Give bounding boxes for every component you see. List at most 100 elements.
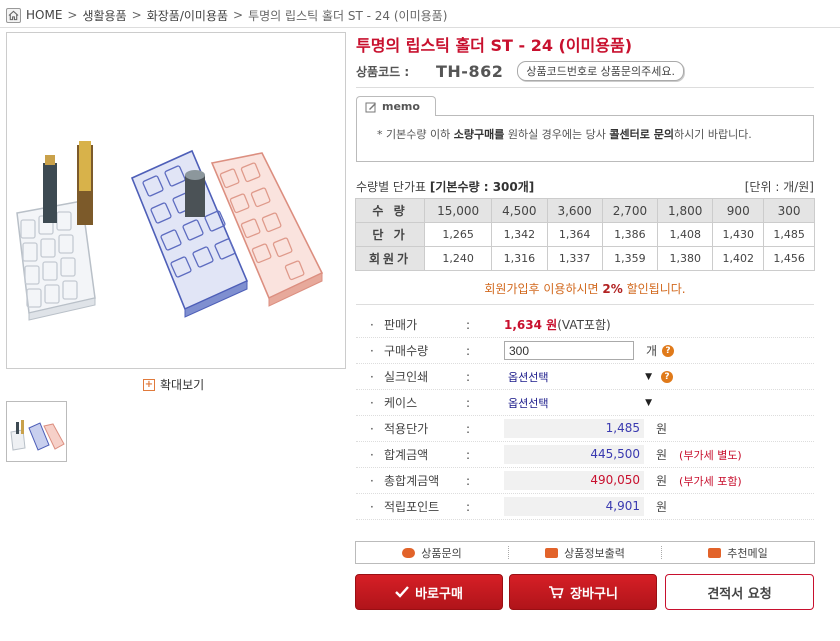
price-table-cell: 1,265	[423, 222, 493, 247]
cart-icon	[549, 586, 564, 599]
silk-print-label: 실크인쇄	[384, 370, 429, 384]
product-code-value: TH-862	[436, 61, 504, 81]
case-label: 케이스	[384, 396, 418, 410]
quantity-label: 구매수량	[384, 344, 429, 358]
price-table-row: 단 가 1,265 1,342 1,364 1,386 1,408 1,430 1,485	[355, 222, 815, 247]
zoom-link[interactable]: + 확대보기	[143, 376, 204, 393]
price-table-cell: 1,485	[763, 222, 815, 247]
discount-text: 회원가입후 이용하시면	[484, 282, 603, 296]
memo-bullet: *	[377, 128, 383, 141]
inquiry-link[interactable]: 상품문의	[356, 545, 508, 561]
subtotal-value: 445,500	[504, 445, 644, 464]
price-table-cell: 1,364	[546, 222, 603, 247]
memo-text: 기본수량 이하	[386, 128, 454, 141]
memo-box: * 기본수량 이하 소량구매를 원하실 경우에는 당사 콜센터로 문의하시기 바…	[356, 115, 814, 162]
action-bar: 상품문의 상품정보출력 추천메일	[355, 541, 815, 564]
price-table-row-label: 회원가	[355, 246, 425, 271]
price-table-row: 수 량 15,000 4,500 3,600 2,700 1,800 900 300	[355, 198, 815, 223]
row-bullet: ·	[370, 447, 374, 462]
memo-text: 원하실 경우에는 당사	[504, 128, 610, 141]
total-label: 총합계금액	[384, 474, 440, 488]
breadcrumb-item-subcategory[interactable]: 화장품/이미용품	[147, 7, 228, 24]
case-select[interactable]: 옵션선택 ▼	[504, 393, 656, 412]
zoom-label: 확대보기	[160, 378, 205, 392]
print-link[interactable]: 상품정보출력	[509, 545, 661, 561]
subtotal-row: · 합계금액 : 445,500 원 (부가세 별도)	[356, 442, 814, 468]
breadcrumb-separator: >	[131, 8, 142, 22]
memo-text: 하시기 바랍니다.	[673, 128, 752, 141]
total-row: · 총합계금액 : 490,050 원 (부가세 포함)	[356, 468, 814, 494]
memo-tab-label: memo	[382, 100, 420, 113]
price-table-cell: 1,240	[423, 246, 493, 271]
row-colon: :	[466, 421, 471, 436]
mail-icon	[708, 547, 722, 558]
price-table-cell: 3,600	[546, 198, 603, 223]
row-bullet: ·	[370, 395, 374, 410]
unit-price-row: · 적용단가 : 1,485 원	[356, 416, 814, 442]
price-table-cell: 1,456	[763, 246, 815, 271]
buy-now-label: 바로구매	[415, 586, 463, 602]
clear-holder-illustration	[16, 141, 96, 321]
dropdown-arrow-icon: ▼	[645, 397, 652, 408]
price-table-cell: 1,380	[657, 246, 714, 271]
price-table-cell: 1,800	[657, 198, 714, 223]
price-table-heading: 수량별 단가표 [기본수량 : 300개] [단위 : 개/원]	[356, 178, 814, 195]
row-colon: :	[466, 317, 471, 332]
price-table-cell: 1,408	[657, 222, 714, 247]
points-value: 4,901	[504, 497, 644, 516]
breadcrumb: HOME > 생활용품 > 화장품/이미용품 > 투명의 립스틱 홀더 ST -…	[6, 5, 447, 25]
inquiry-label: 상품문의	[421, 546, 462, 560]
price-table-cell: 15,000	[423, 198, 493, 223]
recommend-label: 추천메일	[727, 546, 768, 560]
unit-price-label: 적용단가	[384, 422, 429, 436]
help-icon[interactable]: ?	[662, 344, 675, 357]
silk-print-select[interactable]: 옵션선택 ▼	[504, 367, 656, 386]
buy-now-button[interactable]: 바로구매	[355, 574, 503, 610]
price-table-cell: 300	[763, 198, 815, 223]
sale-price-value: 1,634 원	[504, 318, 558, 332]
speech-bubble-icon	[402, 547, 416, 558]
won-unit: 원	[656, 500, 668, 514]
won-unit: 원	[656, 474, 668, 488]
product-main-image	[6, 32, 346, 369]
row-colon: :	[466, 369, 471, 384]
vat-included-note: (부가세 포함)	[679, 474, 742, 488]
quantity-input[interactable]	[504, 341, 634, 360]
product-code-row: 상품코드 : TH-862 상품코드번호로 상품문의주세요.	[356, 61, 685, 81]
row-colon: :	[466, 395, 471, 410]
printer-icon	[545, 547, 559, 558]
breadcrumb-separator: >	[233, 8, 244, 22]
member-discount-note: 회원가입후 이용하시면 2% 할인됩니다.	[356, 280, 814, 297]
vat-note: (VAT포함)	[557, 318, 611, 332]
dropdown-arrow-icon: ▼	[645, 371, 652, 382]
base-quantity: [기본수량 : 300개]	[429, 180, 535, 194]
discount-percent: 2%	[602, 282, 623, 296]
breadcrumb-separator: >	[67, 8, 78, 22]
unit-price-value: 1,485	[504, 419, 644, 438]
discount-divider	[356, 304, 814, 305]
pencil-icon	[365, 102, 376, 112]
row-bullet: ·	[370, 369, 374, 384]
check-icon	[395, 586, 409, 598]
case-row: · 케이스 : 옵션선택 ▼	[356, 390, 814, 416]
sale-price-row: · 판매가 : 1,634 원 (VAT포함)	[356, 312, 814, 338]
price-table-row-label: 수 량	[355, 198, 425, 223]
silk-print-selected: 옵션선택	[508, 370, 549, 384]
product-code-note: 상품코드번호로 상품문의주세요.	[517, 61, 685, 81]
cart-button[interactable]: 장바구니	[509, 574, 657, 610]
home-icon[interactable]	[6, 7, 21, 23]
price-table-cell: 1,386	[601, 222, 659, 247]
product-thumbnail[interactable]	[6, 401, 67, 462]
quote-request-button[interactable]: 견적서 요청	[665, 574, 814, 610]
breadcrumb-current: 투명의 립스틱 홀더 ST - 24 (이미용품)	[248, 8, 448, 23]
product-code-label: 상품코드 :	[356, 64, 410, 79]
breadcrumb-home[interactable]: HOME	[26, 8, 62, 22]
help-icon[interactable]: ?	[661, 370, 673, 383]
recommend-mail-link[interactable]: 추천메일	[662, 545, 814, 561]
row-bullet: ·	[370, 421, 374, 436]
row-bullet: ·	[370, 343, 374, 358]
breadcrumb-item-category[interactable]: 생활용품	[82, 7, 126, 24]
product-title: 투명의 립스틱 홀더 ST - 24 (이미용품)	[356, 36, 633, 55]
row-colon: :	[466, 499, 471, 514]
quantity-unit: 개	[646, 344, 658, 358]
